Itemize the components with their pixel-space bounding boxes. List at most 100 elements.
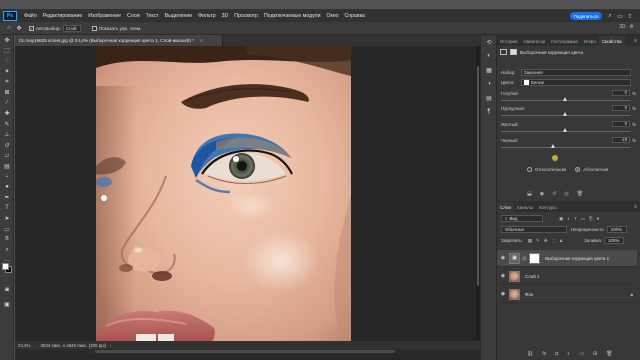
healing-brush-icon[interactable]: ✚ (0, 109, 14, 120)
history-panel-icon[interactable]: ⟲ (481, 35, 497, 49)
3d-mode-icon[interactable]: 3D (619, 24, 625, 30)
swatches-panel-icon[interactable]: ▦ (481, 63, 497, 77)
zoom-level[interactable]: 24,4% (18, 343, 30, 348)
history-brush-icon[interactable]: ↺ (0, 140, 14, 151)
filter-pixel-icon[interactable]: ▣ (559, 216, 563, 222)
preset-dropdown[interactable]: Заказная (521, 69, 631, 76)
status-arrow-icon[interactable]: › (110, 343, 111, 348)
mask-icon[interactable] (510, 49, 517, 55)
filter-type-icon[interactable]: T (574, 216, 577, 222)
filter-toggle-icon[interactable]: ● (597, 216, 600, 222)
fill-field[interactable]: 100% (604, 237, 625, 244)
black-slider-thumb[interactable] (550, 144, 555, 148)
foreground-color-swatch[interactable] (2, 263, 9, 270)
clip-icon[interactable]: ⬓ (527, 191, 532, 197)
panel-menu-icon[interactable]: ≡ (634, 38, 637, 44)
vertical-scroll-thumb[interactable] (477, 66, 479, 286)
lock-transparency-icon[interactable]: ▦ (528, 238, 532, 244)
layer-kind-dropdown[interactable]: ⌕ Вид (501, 215, 543, 222)
cyan-slider-thumb[interactable] (563, 97, 567, 101)
new-adjustment-icon[interactable]: ◐ (567, 351, 570, 357)
relative-radio[interactable] (527, 167, 532, 172)
add-mask-icon[interactable]: ◘ (555, 351, 558, 357)
reset-icon[interactable]: ↺ (552, 191, 556, 197)
menu-file[interactable]: Файл (21, 13, 40, 19)
close-icon[interactable]: × (200, 38, 203, 43)
hand-icon[interactable]: ✋︎ (0, 235, 14, 246)
filter-shape-icon[interactable]: ▭ (581, 216, 585, 222)
libraries-panel-icon[interactable]: ▤ (481, 91, 497, 105)
link-layers-icon[interactable]: ⛓︎ (527, 351, 533, 357)
lock-pixels-icon[interactable]: ✎ (536, 238, 540, 244)
dodge-icon[interactable]: ● (0, 182, 14, 193)
color-panel-icon[interactable]: ◐ (481, 49, 497, 63)
screen-mode-icon[interactable]: ▣ (0, 299, 14, 310)
path-selection-icon[interactable]: ➤ (0, 214, 14, 225)
menu-3d[interactable]: 3D (219, 13, 232, 19)
photo-canvas[interactable] (96, 46, 351, 341)
black-value[interactable]: -19 (612, 137, 630, 143)
yellow-value[interactable]: 0 (612, 121, 630, 127)
menu-view[interactable]: Просмотр (231, 13, 261, 19)
opacity-field[interactable]: 100% (606, 226, 627, 233)
autoselect-dropdown[interactable]: Слой (62, 24, 81, 32)
black-slider[interactable] (501, 147, 630, 148)
type-icon[interactable]: T (0, 203, 14, 214)
tab-histogram[interactable]: Гистограмма (548, 36, 581, 46)
tab-properties[interactable]: Свойства (598, 36, 625, 46)
eye-icon[interactable]: ◉ (497, 291, 509, 297)
magenta-slider-thumb[interactable] (563, 112, 567, 116)
yellow-slider-thumb[interactable] (563, 128, 567, 132)
move-icon[interactable]: ✥ (0, 35, 14, 46)
rectangle-icon[interactable]: ▭ (0, 224, 14, 235)
menu-filter[interactable]: Фильтр (195, 13, 218, 19)
mask-thumbnail[interactable] (529, 252, 541, 264)
new-layer-icon[interactable]: ⊞ (593, 351, 597, 357)
filter-adjustment-icon[interactable]: ◐ (567, 216, 570, 222)
blend-mode-dropdown[interactable]: Обычные (501, 226, 567, 233)
share-button[interactable]: Поделиться (570, 12, 602, 20)
fx-icon[interactable]: fx (542, 351, 546, 357)
layer-row[interactable]: ◉ Слой 1 (497, 268, 637, 285)
clone-stamp-icon[interactable]: ⊥ (0, 130, 14, 141)
zoom-icon[interactable]: ⌕ (0, 245, 14, 256)
trash-icon[interactable]: 🗑︎ (577, 191, 583, 197)
lock-position-icon[interactable]: ✥ (544, 238, 548, 244)
visibility-icon[interactable]: ◎ (564, 191, 568, 197)
menu-layers[interactable]: Слои (124, 13, 143, 19)
cyan-value[interactable]: 0 (612, 90, 630, 96)
lock-all-icon[interactable]: 🔒︎ (560, 238, 562, 244)
menu-window[interactable]: Окно (323, 13, 341, 19)
menu-image[interactable]: Изображение (85, 13, 124, 19)
document-tab[interactable]: 01.may16625 копия.jpg @ 24,4% (Выборочна… (15, 35, 223, 46)
magic-wand-icon[interactable]: ✦ (0, 67, 14, 78)
gradient-icon[interactable]: ▤ (0, 161, 14, 172)
magenta-value[interactable]: 0 (612, 105, 630, 111)
lasso-icon[interactable]: ◌ (0, 56, 14, 67)
chain-icon[interactable]: ⛓︎ (522, 256, 527, 261)
tab-navigator[interactable]: Навигатор (520, 36, 548, 46)
lock-artboard-icon[interactable]: ⬚ (552, 238, 556, 244)
eye-icon[interactable]: ◉ (497, 255, 509, 261)
horizontal-scrollbar[interactable] (15, 349, 480, 354)
color-swatches[interactable] (2, 263, 12, 273)
menu-plugins[interactable]: Подключаемые модули (261, 13, 324, 19)
adjustments-panel-icon[interactable]: ◑ (481, 77, 497, 91)
search-icon[interactable]: ⌕ (606, 12, 614, 20)
blur-icon[interactable]: 💧︎ (0, 172, 14, 183)
eye-icon[interactable]: ◉ (497, 273, 509, 279)
marquee-icon[interactable]: ⬚ (0, 46, 14, 57)
colors-dropdown[interactable]: Белые (521, 79, 631, 86)
eraser-icon[interactable]: ▱ (0, 151, 14, 162)
tab-info[interactable]: Инфо (581, 36, 599, 46)
workspace-icon[interactable]: ▭ (616, 12, 624, 20)
delete-layer-icon[interactable]: 🗑︎ (606, 351, 612, 357)
absolute-radio[interactable] (575, 167, 581, 172)
view-previous-icon[interactable]: ◉ (540, 191, 544, 197)
eyedropper-icon[interactable]: ⁄ (0, 98, 14, 109)
new-group-icon[interactable]: ▭ (579, 351, 584, 357)
horizontal-scroll-thumb[interactable] (95, 350, 395, 353)
layer-row[interactable]: ◉ Фон 🔒︎ (497, 286, 637, 303)
brush-icon[interactable]: ✎ (0, 119, 14, 130)
menu-help[interactable]: Справка (342, 13, 368, 19)
